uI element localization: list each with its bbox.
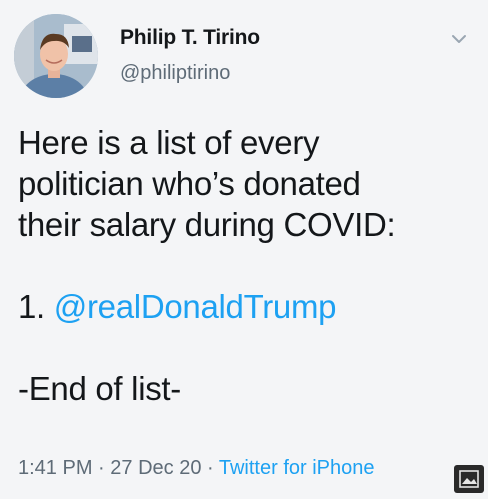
tweet-line: politician who’s donated	[18, 165, 361, 202]
meta-separator: ·	[201, 457, 219, 479]
end-of-list-text: -End of list-	[18, 370, 181, 407]
list-item: 1. @realDonaldTrump	[18, 286, 474, 327]
author-display-name[interactable]: Philip T. Tirino	[120, 26, 260, 50]
tweet-text: Here is a list of every politician who’s…	[18, 122, 474, 409]
profile-photo-icon	[14, 14, 98, 98]
list-number: 1.	[18, 288, 54, 325]
tweet-meta: 1:41 PM · 27 Dec 20 · Twitter for iPhone	[18, 457, 374, 480]
mention-link[interactable]: @realDonaldTrump	[54, 288, 337, 325]
chevron-down-icon[interactable]	[450, 30, 468, 48]
tweet-line: Here is a list of every	[18, 124, 320, 161]
avatar[interactable]	[14, 14, 98, 98]
image-icon	[459, 470, 479, 488]
meta-separator: ·	[92, 457, 111, 479]
tweet-card[interactable]: Philip T. Tirino @philiptirino Here is a…	[0, 0, 488, 499]
tweet-time[interactable]: 1:41 PM	[18, 457, 92, 479]
tweet-line: their salary during COVID:	[18, 206, 396, 243]
tweet-date[interactable]: 27 Dec 20	[110, 457, 201, 479]
tweet-source-link[interactable]: Twitter for iPhone	[219, 457, 375, 479]
author-handle[interactable]: @philiptirino	[120, 62, 230, 85]
image-badge-icon[interactable]	[454, 465, 484, 493]
